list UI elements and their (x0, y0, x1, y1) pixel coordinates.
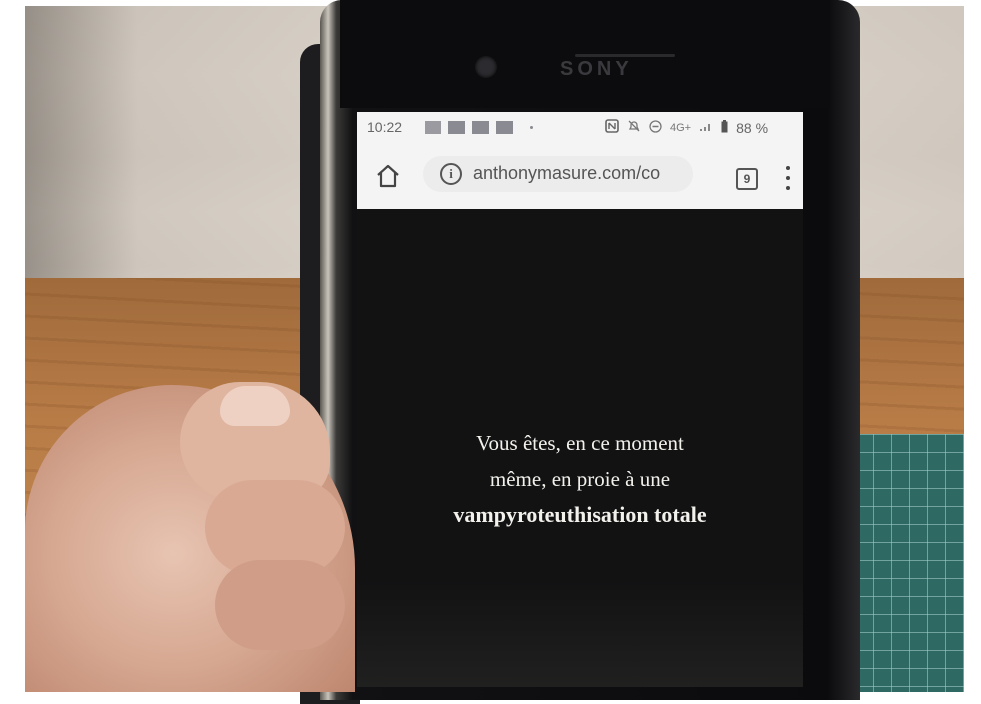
phone-brand-logo: SONY (560, 58, 633, 80)
do-not-disturb-icon (649, 119, 662, 136)
home-button[interactable] (375, 164, 401, 188)
front-camera (475, 56, 497, 78)
system-icons: 4G+ 88 % (605, 119, 768, 136)
nfc-icon (605, 119, 619, 136)
more-notifications-dot (530, 126, 533, 129)
menu-dot (786, 166, 790, 170)
address-bar[interactable]: i anthonymasure.com/co (423, 156, 693, 192)
page-line-2: même, en proie à une (489, 467, 671, 491)
browser-chrome: 10:22 4G+ 88 % i anthonymasure.com/co 9 (357, 112, 803, 209)
status-time: 10:22 (367, 119, 403, 135)
url-bar: i anthonymasure.com/co 9 (357, 150, 803, 200)
screen-reflection (357, 580, 803, 687)
finger (215, 560, 345, 650)
earpiece-speaker (575, 54, 675, 57)
overflow-menu-icon[interactable] (785, 166, 791, 190)
signal-icon (699, 120, 713, 135)
network-type: 4G+ (670, 121, 692, 134)
notification-icons (425, 121, 533, 134)
cutting-mat (855, 434, 964, 692)
notification-icon (496, 121, 513, 134)
page-line-3: vampyroteuthisation totale (453, 502, 707, 527)
menu-dot (786, 186, 790, 190)
tab-switcher-button[interactable]: 9 (736, 168, 758, 190)
info-icon[interactable]: i (440, 163, 462, 185)
notification-icon (472, 121, 489, 134)
menu-dot (786, 176, 790, 180)
status-bar: 10:22 4G+ 88 % (357, 112, 803, 142)
home-icon (377, 164, 399, 188)
notifications-off-icon (627, 119, 641, 136)
battery-icon (721, 119, 728, 136)
notification-icon (448, 121, 465, 134)
notification-icon (425, 121, 441, 134)
thumb-nail (220, 386, 290, 426)
battery-percent: 88 % (736, 119, 769, 136)
url-text[interactable]: anthonymasure.com/co (473, 163, 683, 184)
page-text: Vous êtes, en ce moment même, en proie à… (357, 425, 803, 533)
page-line-1: Vous êtes, en ce moment (476, 431, 684, 455)
